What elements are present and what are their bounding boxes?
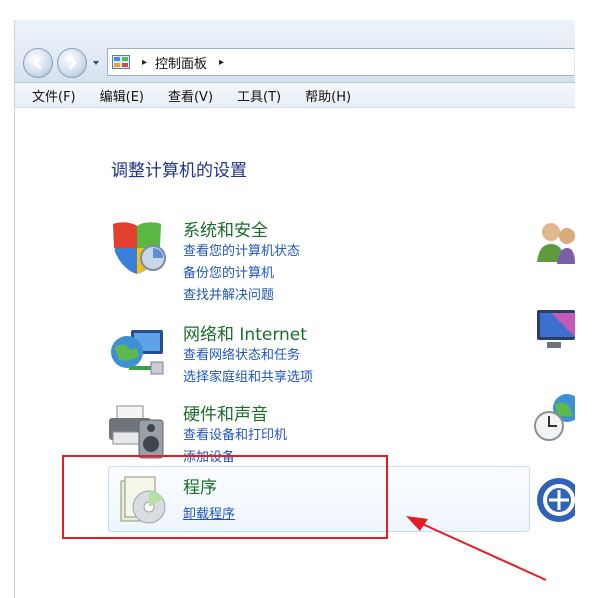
forward-arrow-icon	[68, 56, 77, 70]
category-network-internet: 网络和 Internet 查看网络状态和任务 选择家庭组和共享选项	[105, 322, 529, 386]
link-homegroup-sharing[interactable]: 选择家庭组和共享选项	[183, 366, 313, 385]
link-view-computer-status[interactable]: 查看您的计算机状态	[183, 240, 300, 259]
breadcrumb-separator-trailing[interactable]: ▸	[219, 57, 224, 68]
page-title: 调整计算机的设置	[111, 161, 247, 181]
back-arrow-icon	[33, 56, 42, 70]
breadcrumb-control-panel[interactable]: 控制面板	[155, 53, 207, 72]
menu-bar: 文件(F) 编辑(E) 查看(V) 工具(T) 帮助(H)	[15, 83, 575, 108]
link-troubleshoot[interactable]: 查找并解决问题	[183, 284, 274, 303]
category-title[interactable]: 系统和安全	[183, 216, 268, 241]
menu-tools[interactable]: 工具(T)	[228, 86, 290, 105]
link-backup-computer[interactable]: 备份您的计算机	[183, 262, 274, 281]
forward-button[interactable]	[57, 48, 87, 78]
printer-speaker-icon[interactable]	[107, 402, 167, 462]
recent-pages-dropdown-icon[interactable]	[91, 58, 101, 68]
user-accounts-icon[interactable]	[533, 218, 575, 270]
menu-edit[interactable]: 编辑(E)	[91, 86, 153, 105]
menu-view[interactable]: 查看(V)	[159, 86, 222, 105]
category-system-security: 系统和安全 查看您的计算机状态 备份您的计算机 查找并解决问题	[105, 216, 529, 303]
network-globe-icon[interactable]	[107, 322, 167, 382]
ease-of-access-icon[interactable]	[533, 474, 575, 526]
clock-globe-icon[interactable]	[533, 392, 575, 444]
address-toolbar: ▸ 控制面板 ▸	[15, 20, 575, 83]
appearance-monitor-icon[interactable]	[533, 304, 575, 356]
address-field[interactable]: ▸ 控制面板 ▸	[107, 48, 574, 76]
breadcrumb-separator[interactable]: ▸	[142, 57, 147, 68]
shield-icon[interactable]	[107, 218, 167, 278]
category-title[interactable]: 网络和 Internet	[183, 320, 307, 345]
link-devices-printers[interactable]: 查看设备和打印机	[183, 424, 287, 443]
link-view-network-status[interactable]: 查看网络状态和任务	[183, 344, 300, 363]
menu-file[interactable]: 文件(F)	[23, 86, 85, 105]
category-title[interactable]: 硬件和声音	[183, 400, 268, 425]
back-button[interactable]	[23, 48, 53, 78]
menu-help[interactable]: 帮助(H)	[296, 86, 360, 105]
annotation-highlight-box	[62, 455, 388, 539]
control-panel-icon	[112, 55, 130, 69]
